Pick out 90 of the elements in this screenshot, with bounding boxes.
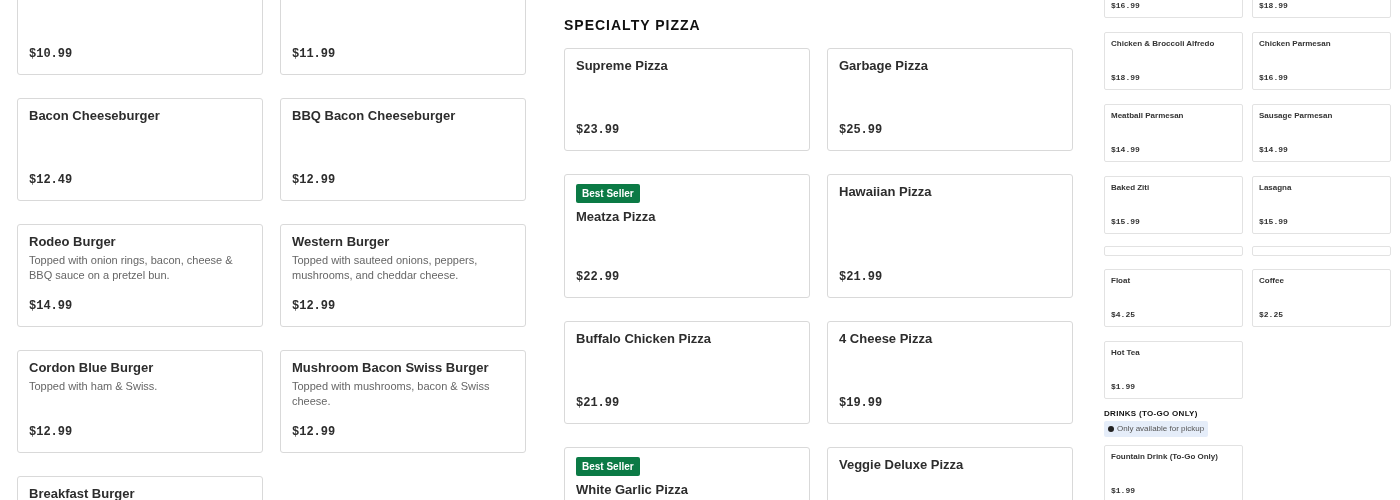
item-price: $23.99 (576, 122, 621, 139)
item-name: Meatball Parmesan (1111, 111, 1185, 121)
best-seller-badge: Best Seller (576, 184, 640, 203)
item-price: $1.99 (1111, 382, 1136, 392)
menu-item-card[interactable]: Sausage Parmesan $14.99 (1252, 104, 1391, 162)
menu-item-card[interactable]: Western Burger Topped with sauteed onions, peppers, mushrooms, and cheddar cheese. $12.99 (280, 224, 526, 327)
menu-item-card[interactable]: $18.99 (1252, 0, 1391, 18)
item-name: 4 Cheese Pizza (839, 331, 934, 347)
item-name: Chicken & Broccoli Alfredo (1111, 39, 1216, 49)
item-price: $15.99 (1111, 217, 1141, 227)
menu-item-card[interactable]: Best Seller Meatza Pizza $22.99 (564, 174, 810, 298)
menu-item-card[interactable]: Mushroom Bacon Swiss Burger Topped with mushrooms, bacon & Swiss cheese. $12.99 (280, 350, 526, 453)
item-price: $12.99 (292, 298, 337, 315)
item-price: $14.99 (1259, 145, 1289, 155)
item-description: Topped with onion rings, bacon, cheese & BBQ sauce on a pretzel bun. (29, 253, 234, 283)
info-icon (1108, 426, 1114, 432)
best-seller-badge: Best Seller (576, 457, 640, 476)
item-name: BBQ Bacon Cheeseburger (292, 108, 457, 124)
item-price: $22.99 (576, 269, 621, 286)
menu-item-card[interactable]: Garbage Pizza $25.99 (827, 48, 1073, 151)
item-name: Float (1111, 276, 1132, 286)
menu-item-card[interactable]: Supreme Pizza $23.99 (564, 48, 810, 151)
item-price: $21.99 (576, 395, 621, 412)
menu-item-card[interactable]: Cordon Blue Burger Topped with ham & Swiss. $12.99 (17, 350, 263, 453)
item-name: Hot Tea (1111, 348, 1141, 358)
item-price: $19.99 (839, 395, 884, 412)
item-name: Supreme Pizza (576, 58, 669, 74)
item-price: $16.99 (1111, 1, 1141, 11)
item-price: $2.25 (1259, 310, 1284, 320)
item-name: Breakfast Burger (29, 486, 136, 500)
menu-item-card[interactable]: $11.99 (280, 0, 526, 75)
menu-item-card[interactable]: 4 Cheese Pizza $19.99 (827, 321, 1073, 424)
menu-item-card[interactable]: Best Seller White Garlic Pizza (564, 447, 810, 500)
menu-item-card[interactable]: Coffee $2.25 (1252, 269, 1391, 327)
item-name: White Garlic Pizza (576, 482, 689, 498)
menu-item-card[interactable]: Chicken & Broccoli Alfredo $18.99 (1104, 32, 1243, 90)
item-price: $18.99 (1259, 1, 1289, 11)
item-price: $12.49 (29, 172, 74, 189)
item-name: Rodeo Burger (29, 234, 117, 250)
item-price: $14.99 (1111, 145, 1141, 155)
menu-item-card[interactable]: Meatball Parmesan $14.99 (1104, 104, 1243, 162)
menu-item-card[interactable]: $16.99 (1104, 0, 1243, 18)
section-title: DRINKS (TO-GO ONLY) (1104, 409, 1199, 419)
item-name: Fountain Drink (To-Go Only) (1111, 452, 1219, 462)
menu-item-card[interactable]: Chicken Parmesan $16.99 (1252, 32, 1391, 90)
item-description: Topped with ham & Swiss. (29, 379, 159, 394)
item-description: Topped with mushrooms, bacon & Swiss cheese. (292, 379, 491, 409)
item-price: $18.99 (1111, 73, 1141, 83)
item-name: Lasagna (1259, 183, 1293, 193)
item-name: Sausage Parmesan (1259, 111, 1334, 121)
notice-text: Only available for pickup (1117, 424, 1205, 434)
item-price: $25.99 (839, 122, 884, 139)
item-name: Bacon Cheeseburger (29, 108, 161, 124)
menu-item-card[interactable]: BBQ Bacon Cheeseburger $12.99 (280, 98, 526, 201)
item-price: $12.99 (29, 424, 74, 441)
item-name: Hawaiian Pizza (839, 184, 933, 200)
section-title: SPECIALTY PIZZA (564, 16, 702, 35)
item-price: $1.99 (1111, 486, 1136, 496)
item-name: Baked Ziti (1111, 183, 1151, 193)
item-price: $15.99 (1259, 217, 1289, 227)
item-price: $11.99 (292, 46, 337, 63)
item-name: Coffee (1259, 276, 1285, 286)
item-description: Topped with sauteed onions, peppers, mushrooms, and cheddar cheese. (292, 253, 479, 283)
menu-item-card[interactable]: Fountain Drink (To-Go Only) $1.99 (1104, 445, 1243, 500)
menu-item-card[interactable]: Rodeo Burger Topped with onion rings, bacon, cheese & BBQ sauce on a pretzel bun. $14.99 (17, 224, 263, 327)
item-price: $10.99 (29, 46, 74, 63)
menu-item-card[interactable]: Float $4.25 (1104, 269, 1243, 327)
menu-item-card[interactable]: $10.99 (17, 0, 263, 75)
menu-item-card[interactable]: Hot Tea $1.99 (1104, 341, 1243, 399)
menu-item-card[interactable]: Breakfast Burger (17, 476, 263, 500)
item-name: Western Burger (292, 234, 391, 250)
menu-item-card[interactable]: Buffalo Chicken Pizza $21.99 (564, 321, 810, 424)
item-name: Buffalo Chicken Pizza (576, 331, 713, 347)
item-price: $21.99 (839, 269, 884, 286)
menu-item-card[interactable]: Lasagna $15.99 (1252, 176, 1391, 234)
item-price: $12.99 (292, 172, 337, 189)
menu-item-card[interactable]: Hawaiian Pizza $21.99 (827, 174, 1073, 298)
menu-item-card[interactable]: Bacon Cheeseburger $12.49 (17, 98, 263, 201)
item-name: Garbage Pizza (839, 58, 929, 74)
item-name: Chicken Parmesan (1259, 39, 1332, 49)
item-price: $4.25 (1111, 310, 1136, 320)
item-name: Veggie Deluxe Pizza (839, 457, 965, 473)
item-name: Meatza Pizza (576, 209, 657, 225)
item-name: Cordon Blue Burger (29, 360, 155, 376)
menu-item-card[interactable]: Veggie Deluxe Pizza (827, 447, 1073, 500)
item-price: $14.99 (29, 298, 74, 315)
menu-item-card[interactable]: Baked Ziti $15.99 (1104, 176, 1243, 234)
item-price: $12.99 (292, 424, 337, 441)
item-price: $16.99 (1259, 73, 1289, 83)
item-name: Mushroom Bacon Swiss Burger (292, 360, 490, 376)
